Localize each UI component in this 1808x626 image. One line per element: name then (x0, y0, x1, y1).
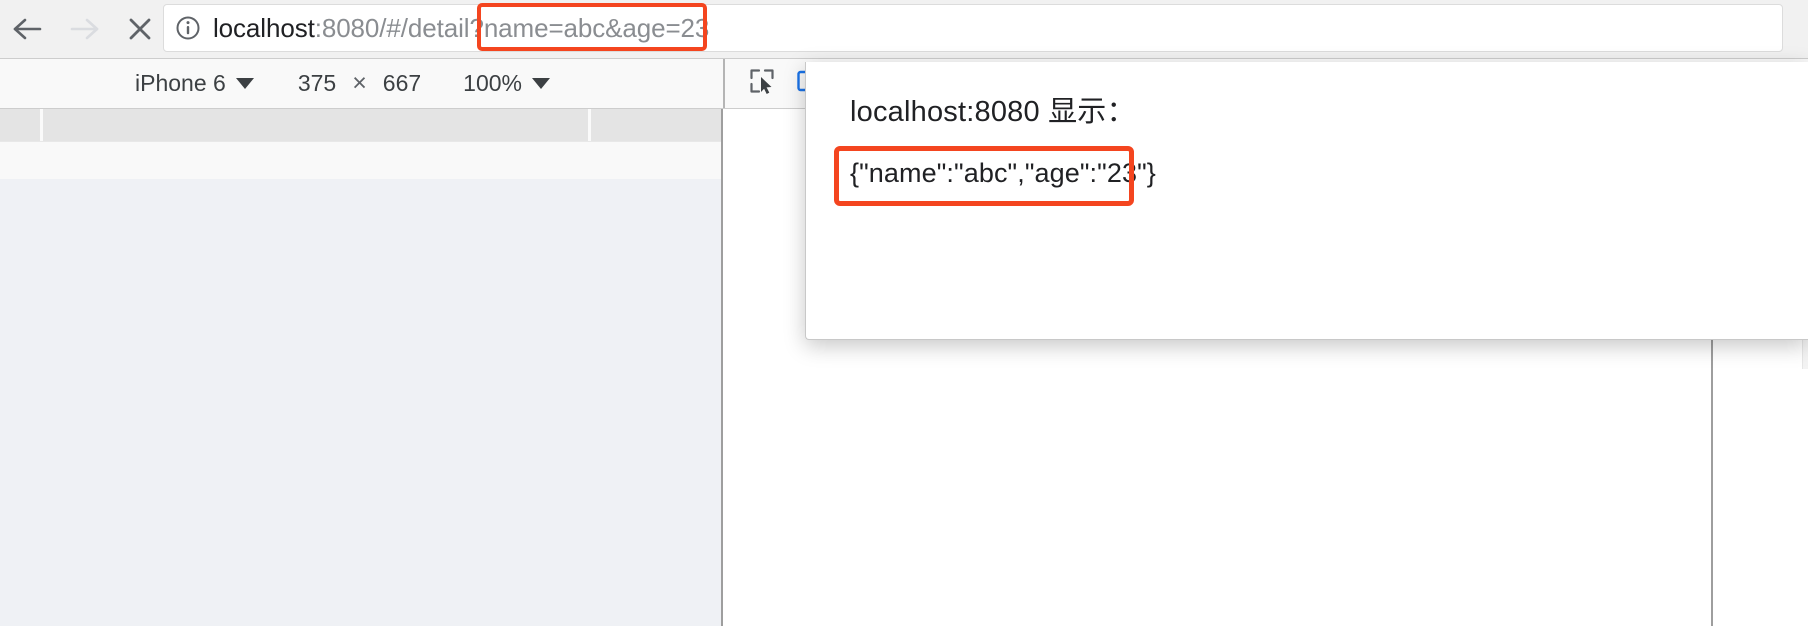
device-height-input[interactable]: 667 (383, 70, 421, 97)
dimension-separator: × (352, 69, 367, 97)
device-selector[interactable]: iPhone 6 (135, 70, 254, 97)
device-dimensions: 375 × 667 (298, 69, 421, 98)
page-surface (0, 141, 721, 626)
dialog-message: {"name":"abc","age":"23"} (850, 158, 1156, 188)
inspect-element-button[interactable] (747, 69, 777, 99)
device-width-input[interactable]: 375 (298, 70, 336, 97)
url-query: name=abc&age=23 (483, 12, 710, 43)
inspect-cursor-icon (748, 67, 776, 100)
dialog-title: localhost:8080 显示： (850, 96, 1136, 128)
forward-button[interactable] (56, 0, 112, 58)
device-name-label: iPhone 6 (135, 70, 226, 96)
url-text: localhost:8080/#/detail? name=abc&age=23 (213, 13, 709, 44)
chevron-down-icon (532, 78, 550, 89)
close-icon (125, 14, 155, 44)
panel-splitter[interactable] (1711, 294, 1713, 626)
url-host: localhost (213, 12, 315, 43)
chevron-down-icon (235, 78, 254, 89)
stop-button[interactable] (112, 0, 168, 58)
navigation-buttons (0, 0, 168, 58)
address-bar[interactable]: localhost:8080/#/detail? name=abc&age=23 (163, 4, 1783, 52)
zoom-selector[interactable]: 100% (463, 70, 550, 97)
emulated-page-viewport[interactable] (0, 179, 721, 626)
javascript-alert-dialog: localhost:8080 显示： {"name":"abc","age":"… (805, 62, 1808, 340)
device-emulation-pane (0, 109, 723, 626)
forward-arrow-icon (67, 14, 101, 44)
zoom-level-label: 100% (463, 70, 522, 96)
url-path: :8080/#/detail? (314, 12, 484, 43)
device-controls: iPhone 6 375 × 667 100% (0, 59, 723, 108)
ruler-tick (40, 109, 43, 141)
screenshot-root: localhost:8080/#/detail? name=abc&age=23 … (0, 0, 1808, 626)
site-info-icon[interactable] (175, 15, 201, 41)
back-arrow-icon (11, 14, 45, 44)
viewport-ruler (0, 109, 721, 141)
back-button[interactable] (0, 0, 56, 58)
ruler-tick (588, 109, 591, 141)
browser-chrome: localhost:8080/#/detail? name=abc&age=23 (0, 0, 1808, 58)
